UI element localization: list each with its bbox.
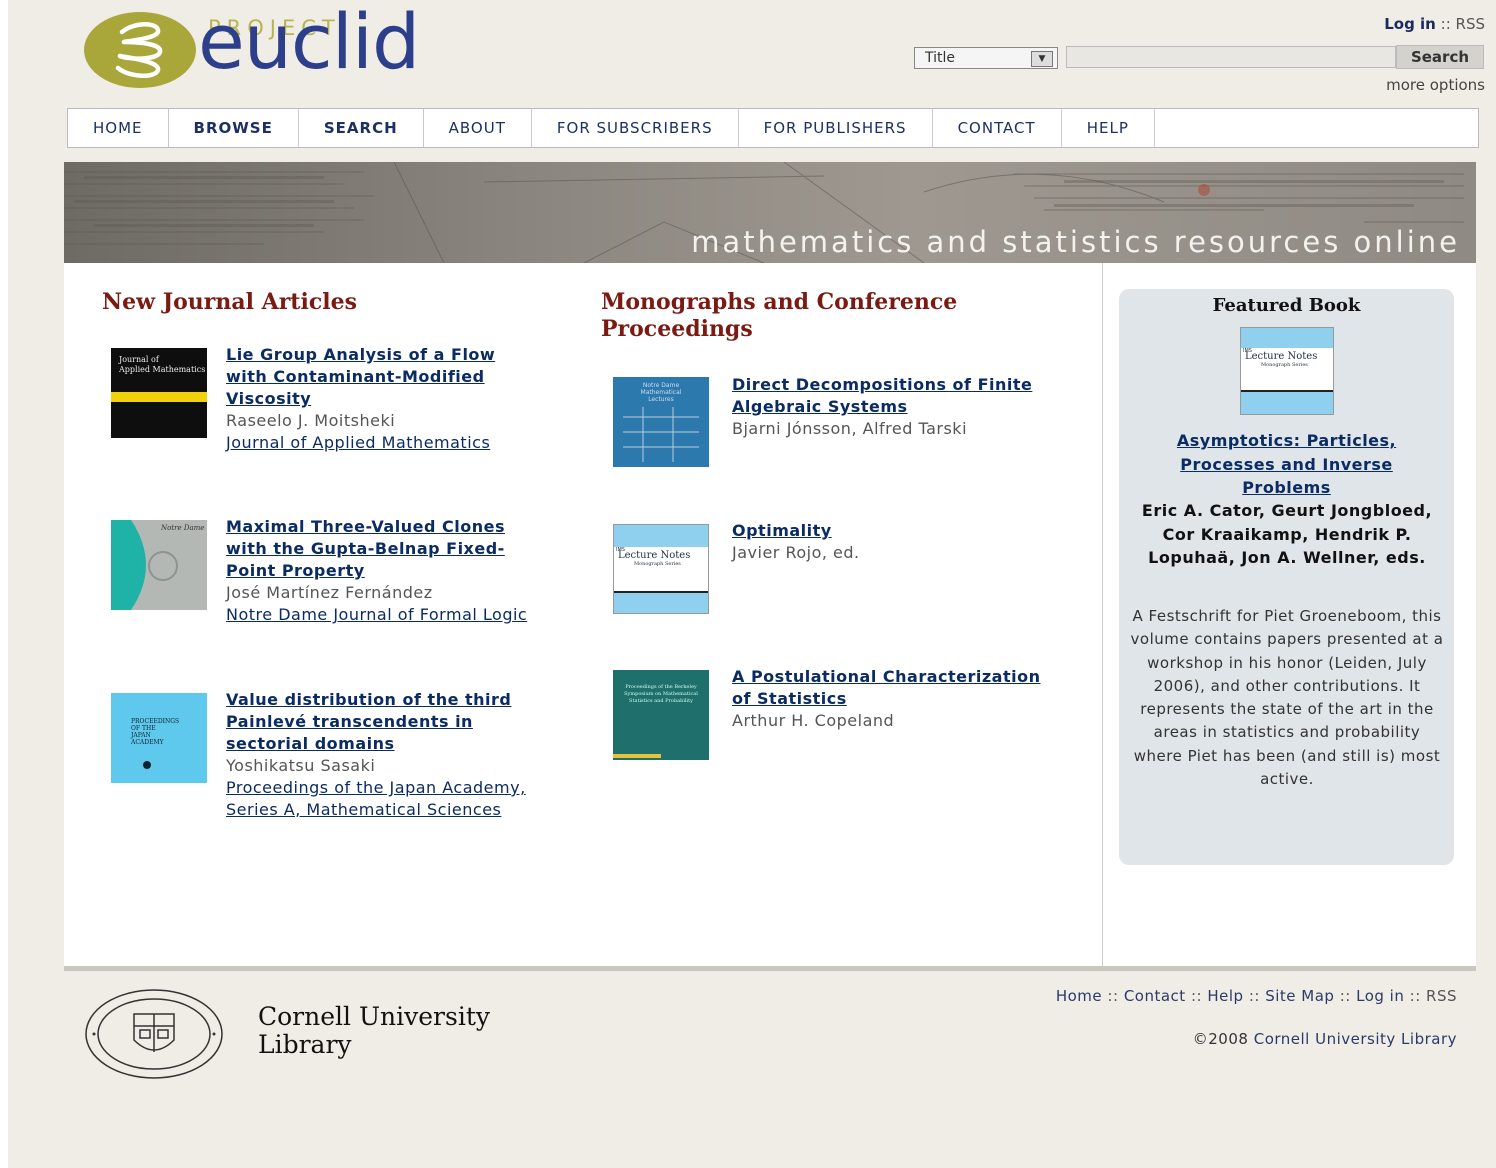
banner: mathematics and statistics resources onl… (64, 162, 1476, 263)
nav-about[interactable]: ABOUT (424, 109, 532, 147)
separator: :: (1248, 987, 1260, 1005)
nav-browse[interactable]: BROWSE (169, 109, 299, 147)
book-cover-thumbnail[interactable]: IMS Lecture Notes Monograph Series (613, 524, 709, 614)
copyright-text: ©2008 (1192, 1030, 1249, 1048)
footer-home-link[interactable]: Home (1056, 987, 1102, 1005)
cover-text: Lectures (648, 396, 674, 403)
header-links: Log in :: RSS (1384, 15, 1485, 33)
article-author: Yoshikatsu Sasaki (226, 756, 376, 775)
journal-link[interactable]: Proceedings of the Japan Academy, Series… (226, 777, 536, 821)
search-field-selected: Title (925, 50, 956, 66)
featured-book-authors: Eric A. Cator, Geurt Jongbloed, Cor Kraa… (1141, 501, 1433, 567)
book-title-link[interactable]: A Postulational Characterization of Stat… (732, 666, 1052, 710)
main-content: New Journal Articles Journal of Applied … (64, 263, 1476, 966)
more-options-link[interactable]: more options (1386, 76, 1485, 94)
footer-sitemap-link[interactable]: Site Map (1265, 987, 1334, 1005)
cornell-seal-icon[interactable] (84, 988, 224, 1080)
list-item: Direct Decompositions of Finite Algebrai… (732, 374, 1052, 440)
footer-divider (64, 966, 1476, 971)
cover-text: ACADEMY (130, 739, 165, 746)
nav-search[interactable]: SEARCH (299, 109, 424, 147)
main-nav: HOME BROWSE SEARCH ABOUT FOR SUBSCRIBERS… (67, 108, 1479, 148)
book-title-link[interactable]: Optimality (732, 520, 1052, 542)
monographs-heading: Monographs and Conference Proceedings (601, 289, 958, 342)
cover-text: Notre Dame (160, 524, 204, 532)
search-field-select[interactable]: Title ▼ (914, 47, 1058, 69)
separator: :: (1107, 987, 1119, 1005)
article-title-link[interactable]: Value distribution of the third Painlevé… (226, 689, 536, 755)
journal-link[interactable]: Journal of Applied Mathematics (226, 432, 526, 454)
article-author: José Martínez Fernández (226, 583, 433, 602)
footer-login-link[interactable]: Log in (1356, 987, 1404, 1005)
search-button[interactable]: Search (1396, 45, 1484, 69)
new-journal-articles-heading: New Journal Articles (102, 289, 357, 315)
cover-text: OF THE (131, 725, 156, 732)
banner-tagline: mathematics and statistics resources onl… (691, 225, 1460, 259)
institution-line: Cornell University (258, 1002, 490, 1031)
featured-book-heading: Featured Book (1212, 295, 1361, 316)
book-cover-thumbnail[interactable]: Notre Dame Mathematical Lectures (613, 377, 709, 467)
cover-text: Proceedings of the Berkeley Symposium on… (624, 684, 698, 704)
euclid-logo-icon[interactable] (84, 12, 196, 88)
book-author: Javier Rojo, ed. (732, 543, 860, 562)
copyright-link[interactable]: Cornell University Library (1254, 1030, 1457, 1048)
page: PROJECT euclid Log in :: RSS Title ▼ Sea… (8, 0, 1496, 1168)
list-item: Optimality Javier Rojo, ed. (732, 520, 1052, 564)
cover-text: JAPAN (130, 732, 151, 739)
institution-line: Library (258, 1030, 352, 1059)
separator: :: (1409, 987, 1421, 1005)
nav-contact[interactable]: CONTACT (933, 109, 1062, 147)
nav-help[interactable]: HELP (1062, 109, 1155, 147)
cover-text: Lecture Notes (1245, 351, 1317, 362)
cover-text: Monograph Series (634, 561, 681, 567)
separator: :: (1190, 987, 1203, 1005)
featured-book-cover[interactable]: IMS Lecture Notes Monograph Series (1240, 327, 1334, 415)
list-item: Value distribution of the third Painlevé… (226, 689, 536, 821)
article-author: Raseelo J. Moitsheki (226, 411, 396, 430)
book-author: Bjarni Jónsson, Alfred Tarski (732, 419, 968, 438)
nav-home[interactable]: HOME (68, 109, 169, 147)
dropdown-arrow-icon[interactable]: ▼ (1031, 51, 1053, 67)
list-item: Maximal Three-Valued Clones with the Gup… (226, 516, 536, 626)
cover-text: Journal of (118, 355, 160, 364)
footer-help-link[interactable]: Help (1207, 987, 1243, 1005)
cover-text: Monograph Series (1261, 362, 1308, 368)
column-divider (1102, 263, 1103, 966)
rss-link[interactable]: RSS (1456, 15, 1485, 33)
book-title-link[interactable]: Direct Decompositions of Finite Algebrai… (732, 374, 1052, 418)
nav-for-publishers[interactable]: FOR PUBLISHERS (739, 109, 933, 147)
cover-text: PROCEEDINGS (131, 718, 179, 725)
institution-name[interactable]: Cornell University Library (258, 1003, 490, 1059)
footer-contact-link[interactable]: Contact (1124, 987, 1186, 1005)
copyright: ©2008 Cornell University Library (1193, 1030, 1457, 1048)
article-title-link[interactable]: Lie Group Analysis of a Flow with Contam… (226, 344, 526, 410)
featured-book-title-link[interactable]: Asymptotics: Particles, Processes and In… (1139, 429, 1434, 500)
logo-brand-text[interactable]: euclid (198, 4, 420, 80)
search-input[interactable] (1066, 46, 1396, 68)
cover-text: Applied Mathematics (118, 365, 205, 374)
book-author: Arthur H. Copeland (732, 711, 895, 730)
journal-cover-thumbnail[interactable]: PROCEEDINGS OF THE JAPAN ACADEMY (111, 693, 207, 783)
journal-cover-thumbnail[interactable]: Journal of Applied Mathematics (111, 348, 207, 438)
list-item: A Postulational Characterization of Stat… (732, 666, 1052, 732)
nav-for-subscribers[interactable]: FOR SUBSCRIBERS (532, 109, 739, 147)
footer-links: Home :: Contact :: Help :: Site Map :: L… (1056, 987, 1457, 1005)
footer-rss-link[interactable]: RSS (1426, 987, 1457, 1005)
article-title-link[interactable]: Maximal Three-Valued Clones with the Gup… (226, 516, 536, 582)
separator: :: (1339, 987, 1351, 1005)
journal-cover-thumbnail[interactable]: Notre Dame (111, 520, 207, 610)
featured-book-panel: Featured Book IMS Lecture Notes Monograp… (1119, 289, 1454, 865)
list-item: Lie Group Analysis of a Flow with Contam… (226, 344, 526, 454)
book-cover-thumbnail[interactable]: Proceedings of the Berkeley Symposium on… (613, 670, 709, 760)
cover-text: Lecture Notes (618, 550, 690, 561)
separator: :: (1440, 15, 1451, 33)
login-link[interactable]: Log in (1384, 15, 1436, 33)
cover-text: Notre Dame (643, 382, 680, 389)
journal-link[interactable]: Notre Dame Journal of Formal Logic (226, 604, 536, 626)
cover-text: Mathematical (641, 389, 682, 396)
featured-book-description: A Festschrift for Piet Groeneboom, this … (1130, 607, 1444, 789)
